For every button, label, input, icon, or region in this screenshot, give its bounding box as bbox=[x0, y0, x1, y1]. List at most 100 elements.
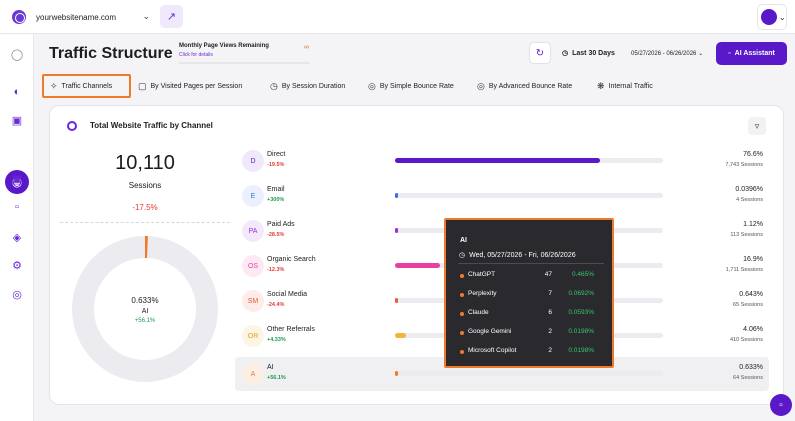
channel-change: +56.1% bbox=[267, 375, 286, 381]
tooltip-date-text: Wed, 05/27/2026 - Fri, 06/26/2026 bbox=[469, 251, 576, 259]
channel-name: Social Media bbox=[267, 291, 308, 298]
tab-label: By Session Duration bbox=[281, 82, 346, 90]
date-range-selector[interactable]: 05/27/2026 - 06/26/2026 ⌄ bbox=[631, 50, 703, 57]
chat-icon: ▫ bbox=[728, 50, 731, 57]
tab-simple-bounce[interactable]: ◎ By Simple Bounce Rate bbox=[368, 74, 454, 98]
channel-percent: 0.633% bbox=[739, 364, 763, 371]
chevron-down-icon: ⌄ bbox=[779, 12, 786, 22]
tab-label: By Advanced Bounce Rate bbox=[488, 82, 573, 90]
channel-badge: A bbox=[242, 363, 264, 385]
tooltip-row-value: 7 bbox=[548, 290, 552, 297]
channel-sessions: 410 Sessions bbox=[729, 337, 763, 343]
dot-icon bbox=[460, 331, 464, 335]
tooltip-row-pct: 0.0198% bbox=[568, 347, 594, 354]
chat-icon: ▫ bbox=[779, 399, 783, 411]
sessions-change: -17.5% bbox=[132, 203, 158, 212]
tooltip-divider bbox=[458, 263, 604, 264]
clock-icon: ◷ bbox=[562, 50, 569, 57]
chat-icon[interactable]: ▫ bbox=[10, 200, 24, 214]
channel-name: Paid Ads bbox=[267, 221, 295, 228]
channel-sessions: 1,711 Sessions bbox=[725, 267, 763, 273]
channel-percent: 4.06% bbox=[743, 326, 763, 333]
channel-name: Email bbox=[267, 186, 285, 193]
chevron-down-icon: ⌄ bbox=[698, 51, 704, 57]
external-link-button[interactable]: ↗ bbox=[160, 5, 183, 28]
monthly-views-link[interactable]: Click for details bbox=[179, 52, 213, 58]
tooltip-row-pct: 0.0692% bbox=[568, 290, 594, 297]
site-name: yourwebsitename.com bbox=[36, 12, 117, 22]
gear-icon[interactable]: ⚙ bbox=[10, 258, 24, 272]
channel-row[interactable]: E Email +300% 0.0396% 4 Sessions bbox=[235, 179, 769, 213]
channel-name: Other Referrals bbox=[267, 326, 315, 333]
box-icon[interactable]: ▣ bbox=[10, 113, 24, 127]
period-label: Last 30 Days bbox=[572, 49, 615, 57]
monthly-views-label: Monthly Page Views Remaining bbox=[179, 43, 269, 49]
ai-assistant-button[interactable]: ▫ AI Assistant bbox=[716, 42, 787, 65]
period-selector[interactable]: ◷ Last 30 Days bbox=[562, 49, 615, 58]
channel-bar-fill bbox=[395, 371, 398, 376]
channel-name: AI bbox=[267, 364, 274, 371]
channel-bar-fill bbox=[395, 298, 398, 303]
sidebar: ◯ ◐ ▣ ◉ ▣ ▫ ◈ ⚙ ◎ bbox=[0, 34, 34, 421]
user-pin-icon[interactable]: ◎ bbox=[10, 287, 24, 301]
channel-name: Direct bbox=[267, 151, 286, 158]
channel-row[interactable]: D Direct -19.5% 76.6% 7,743 Sessions bbox=[235, 144, 769, 178]
chevron-down-icon: ⌄ bbox=[142, 11, 150, 21]
tab-advanced-bounce[interactable]: ◎ By Advanced Bounce Rate bbox=[477, 74, 572, 98]
globe-icon bbox=[12, 10, 26, 24]
channel-badge: OS bbox=[242, 255, 264, 277]
tab-visited-pages[interactable]: ▢ By Visited Pages per Session bbox=[138, 74, 242, 98]
bounce-icon: ◎ bbox=[368, 80, 376, 91]
tooltip-row: Claude 6 0.0593% bbox=[460, 309, 602, 319]
sessions-label: Sessions bbox=[128, 181, 162, 190]
refresh-button[interactable]: ↻ bbox=[529, 42, 551, 64]
channel-bar-track bbox=[395, 193, 663, 198]
filter-button[interactable]: ▿ bbox=[748, 117, 766, 135]
channel-sessions: 64 Sessions bbox=[733, 375, 763, 381]
account-menu[interactable]: ⌄ bbox=[757, 4, 787, 30]
dot-icon bbox=[460, 312, 464, 316]
refresh-icon: ↻ bbox=[535, 47, 545, 59]
channel-change: +4.33% bbox=[267, 337, 286, 343]
tooltip-date: ◷ Wed, 05/27/2026 - Fri, 06/26/2026 bbox=[459, 251, 576, 260]
channel-sessions: 65 Sessions bbox=[733, 302, 763, 308]
channel-bar-fill bbox=[395, 193, 398, 198]
channel-sessions: 4 Sessions bbox=[736, 197, 763, 203]
channel-name: Organic Search bbox=[267, 256, 316, 263]
scan-icon[interactable]: ▣ bbox=[10, 172, 24, 186]
channel-bar-fill bbox=[395, 228, 398, 233]
channel-change: -24.4% bbox=[267, 302, 285, 308]
pages-icon: ▢ bbox=[138, 80, 147, 91]
shield-icon[interactable]: ◈ bbox=[10, 230, 24, 244]
chat-button[interactable]: ▫ bbox=[770, 394, 792, 416]
collapse-icon[interactable]: ◯ bbox=[10, 47, 24, 61]
channel-change: +300% bbox=[267, 197, 285, 203]
channel-change: -12.3% bbox=[267, 267, 285, 273]
dashboard-icon[interactable]: ◐ bbox=[10, 85, 24, 99]
site-selector[interactable]: yourwebsitename.com ⌄ bbox=[12, 6, 156, 28]
channel-badge: PA bbox=[242, 220, 264, 242]
tab-traffic-channels[interactable]: ✧ Traffic Channels bbox=[42, 74, 131, 98]
divider bbox=[60, 222, 230, 223]
dot-icon bbox=[460, 293, 464, 297]
tooltip-row-value: 6 bbox=[548, 309, 552, 316]
channel-percent: 1.12% bbox=[743, 221, 763, 228]
tooltip-row-name: ChatGPT bbox=[468, 271, 496, 278]
channel-badge: SM bbox=[242, 290, 264, 312]
channel-percent: 0.643% bbox=[739, 291, 763, 298]
channel-bar-track bbox=[395, 371, 663, 376]
date-range: 05/27/2026 - 06/26/2026 bbox=[631, 51, 697, 57]
advanced-bounce-icon: ◎ bbox=[477, 80, 485, 91]
tooltip-row: Google Gemini 2 0.0198% bbox=[460, 328, 602, 338]
channel-sessions: 113 Sessions bbox=[730, 232, 763, 238]
tooltip-row-name: Microsoft Copilot bbox=[468, 347, 517, 354]
tooltip-row-pct: 0.0593% bbox=[568, 309, 594, 316]
channel-change: -19.5% bbox=[267, 162, 285, 168]
tab-label: By Simple Bounce Rate bbox=[379, 82, 454, 90]
tab-session-duration[interactable]: ◷ By Session Duration bbox=[270, 74, 345, 98]
card-title: Total Website Traffic by Channel bbox=[90, 121, 213, 130]
channels-icon: ✧ bbox=[50, 80, 58, 91]
channel-percent: 16.9% bbox=[743, 256, 763, 263]
channel-badge: D bbox=[242, 150, 264, 172]
tab-internal-traffic[interactable]: ❋ Internal Traffic bbox=[597, 74, 653, 98]
